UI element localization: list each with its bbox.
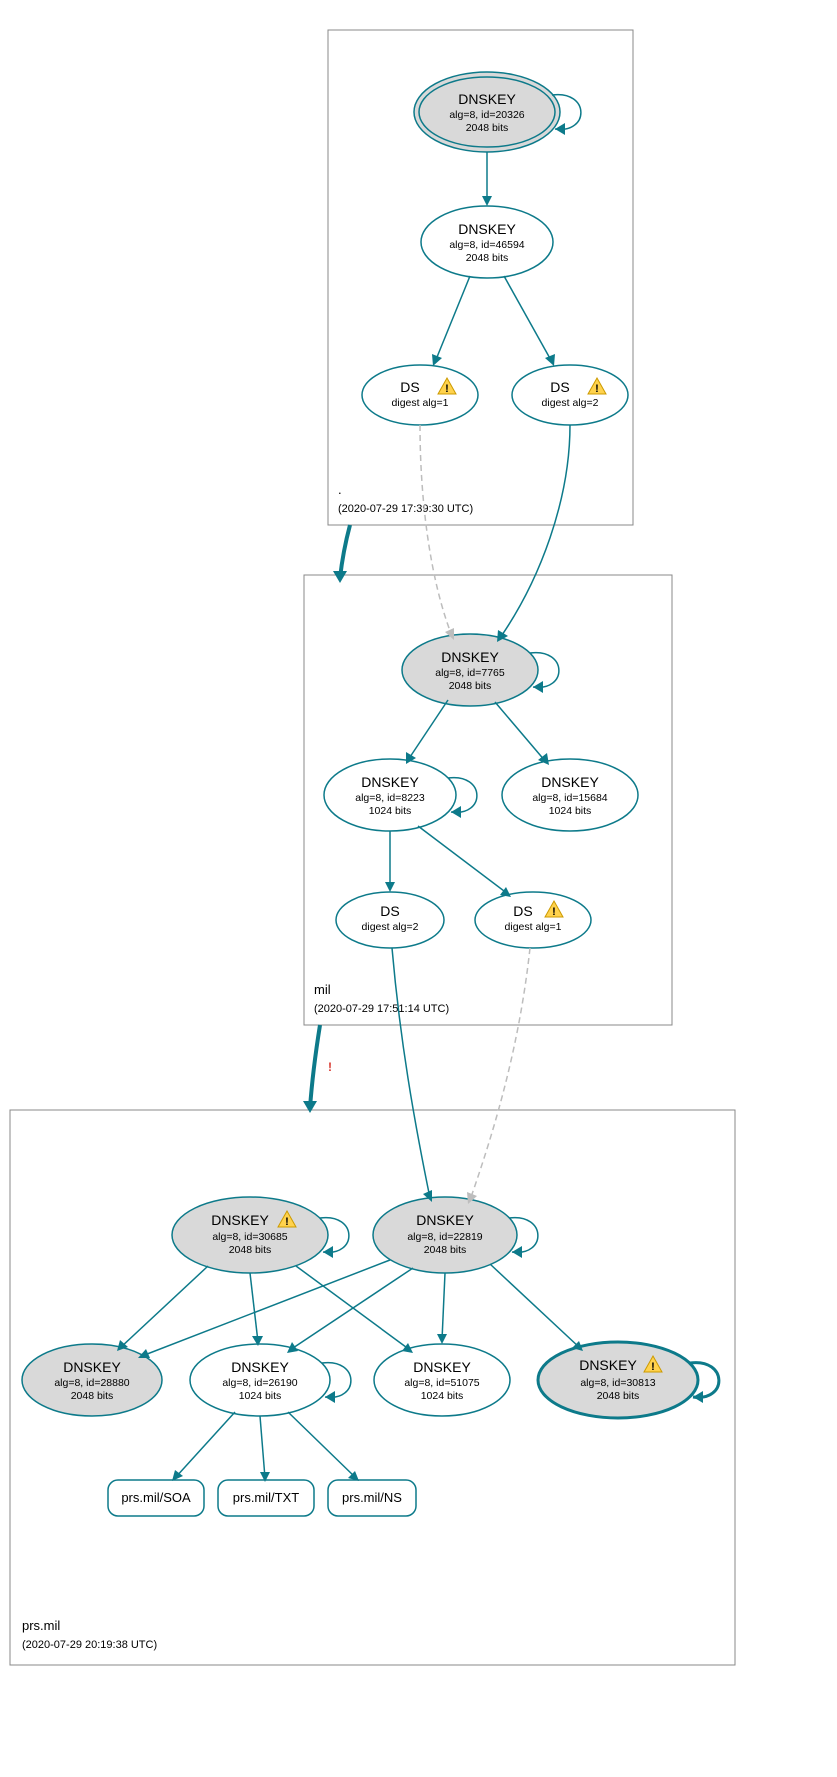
svg-text:1024 bits: 1024 bits — [239, 1390, 282, 1402]
zone-ts-prsmil: (2020-07-29 20:19:38 UTC) — [22, 1639, 157, 1651]
zone-label-mil: mil — [314, 982, 331, 997]
svg-text:DS: DS — [400, 379, 419, 395]
svg-text:alg=8, id=46594: alg=8, id=46594 — [449, 239, 524, 251]
zone-ts-root: (2020-07-29 17:39:30 UTC) — [338, 503, 473, 515]
svg-text:alg=8, id=8223: alg=8, id=8223 — [355, 792, 425, 804]
node-prs-ksk1: DNSKEY alg=8, id=30685 2048 bits ! — [172, 1197, 328, 1273]
svg-text:alg=8, id=20326: alg=8, id=20326 — [449, 109, 524, 121]
svg-text:DNSKEY: DNSKEY — [211, 1212, 269, 1228]
node-prs-k4: DNSKEY alg=8, id=30813 2048 bits ! — [538, 1342, 698, 1418]
svg-text:digest alg=2: digest alg=2 — [542, 397, 599, 409]
node-root-ds1: DS digest alg=1 ! — [362, 365, 478, 425]
svg-text:alg=8, id=30813: alg=8, id=30813 — [580, 1377, 655, 1389]
svg-text:digest alg=1: digest alg=1 — [392, 397, 449, 409]
svg-text:alg=8, id=22819: alg=8, id=22819 — [407, 1231, 482, 1243]
svg-text:DNSKEY: DNSKEY — [541, 774, 599, 790]
svg-text:!: ! — [328, 1060, 332, 1074]
svg-text:1024 bits: 1024 bits — [369, 805, 412, 817]
svg-text:DNSKEY: DNSKEY — [63, 1359, 121, 1375]
svg-text:2048 bits: 2048 bits — [71, 1390, 114, 1402]
zone-label-prsmil: prs.mil — [22, 1618, 60, 1633]
node-root-ds2: DS digest alg=2 ! — [512, 365, 628, 425]
svg-text:2048 bits: 2048 bits — [466, 122, 509, 134]
svg-text:2048 bits: 2048 bits — [424, 1244, 467, 1256]
rr-txt: prs.mil/TXT — [233, 1490, 300, 1505]
dnssec-graph: . (2020-07-29 17:39:30 UTC) mil (2020-07… — [0, 0, 837, 1777]
svg-text:alg=8, id=51075: alg=8, id=51075 — [404, 1377, 479, 1389]
node-mil-ksk: DNSKEY alg=8, id=7765 2048 bits — [402, 634, 538, 706]
svg-text:DNSKEY: DNSKEY — [416, 1212, 474, 1228]
svg-text:DS: DS — [513, 903, 532, 919]
svg-text:!: ! — [595, 383, 599, 395]
rr-soa: prs.mil/SOA — [121, 1490, 191, 1505]
node-mil-ds2: DS digest alg=2 — [336, 892, 444, 948]
node-mil-zsk1: DNSKEY alg=8, id=8223 1024 bits — [324, 759, 456, 831]
svg-text:DNSKEY: DNSKEY — [231, 1359, 289, 1375]
zone-ts-mil: (2020-07-29 17:51:14 UTC) — [314, 1003, 449, 1015]
svg-text:1024 bits: 1024 bits — [421, 1390, 464, 1402]
svg-text:alg=8, id=30685: alg=8, id=30685 — [212, 1231, 287, 1243]
svg-text:DNSKEY: DNSKEY — [361, 774, 419, 790]
svg-text:DS: DS — [550, 379, 569, 395]
svg-text:alg=8, id=26190: alg=8, id=26190 — [222, 1377, 297, 1389]
svg-text:!: ! — [651, 1361, 655, 1373]
svg-text:DNSKEY: DNSKEY — [458, 91, 516, 107]
svg-text:DNSKEY: DNSKEY — [441, 649, 499, 665]
node-prs-k2: DNSKEY alg=8, id=26190 1024 bits — [190, 1344, 330, 1416]
svg-text:alg=8, id=28880: alg=8, id=28880 — [54, 1377, 129, 1389]
node-root-ksk: DNSKEY alg=8, id=20326 2048 bits — [414, 72, 560, 152]
svg-text:alg=8, id=7765: alg=8, id=7765 — [435, 667, 505, 679]
zone-label-root: . — [338, 482, 342, 497]
svg-text:alg=8, id=15684: alg=8, id=15684 — [532, 792, 607, 804]
svg-text:!: ! — [285, 1216, 289, 1228]
error-icon: ! — [320, 1055, 340, 1074]
svg-text:!: ! — [445, 383, 449, 395]
svg-text:DS: DS — [380, 903, 399, 919]
svg-text:DNSKEY: DNSKEY — [413, 1359, 471, 1375]
svg-text:DNSKEY: DNSKEY — [458, 221, 516, 237]
svg-text:2048 bits: 2048 bits — [466, 252, 509, 264]
svg-text:2048 bits: 2048 bits — [597, 1390, 640, 1402]
node-prs-k3: DNSKEY alg=8, id=51075 1024 bits — [374, 1344, 510, 1416]
node-prs-ksk2: DNSKEY alg=8, id=22819 2048 bits — [373, 1197, 517, 1273]
rr-ns: prs.mil/NS — [342, 1490, 402, 1505]
node-mil-ds1: DS digest alg=1 ! — [475, 892, 591, 948]
node-mil-zsk2: DNSKEY alg=8, id=15684 1024 bits — [502, 759, 638, 831]
svg-text:1024 bits: 1024 bits — [549, 805, 592, 817]
svg-text:2048 bits: 2048 bits — [229, 1244, 272, 1256]
svg-text:2048 bits: 2048 bits — [449, 680, 492, 692]
svg-text:!: ! — [552, 906, 556, 918]
node-root-zsk: DNSKEY alg=8, id=46594 2048 bits — [421, 206, 553, 278]
svg-text:DNSKEY: DNSKEY — [579, 1357, 637, 1373]
svg-text:digest alg=2: digest alg=2 — [362, 921, 419, 933]
svg-text:digest alg=1: digest alg=1 — [505, 921, 562, 933]
